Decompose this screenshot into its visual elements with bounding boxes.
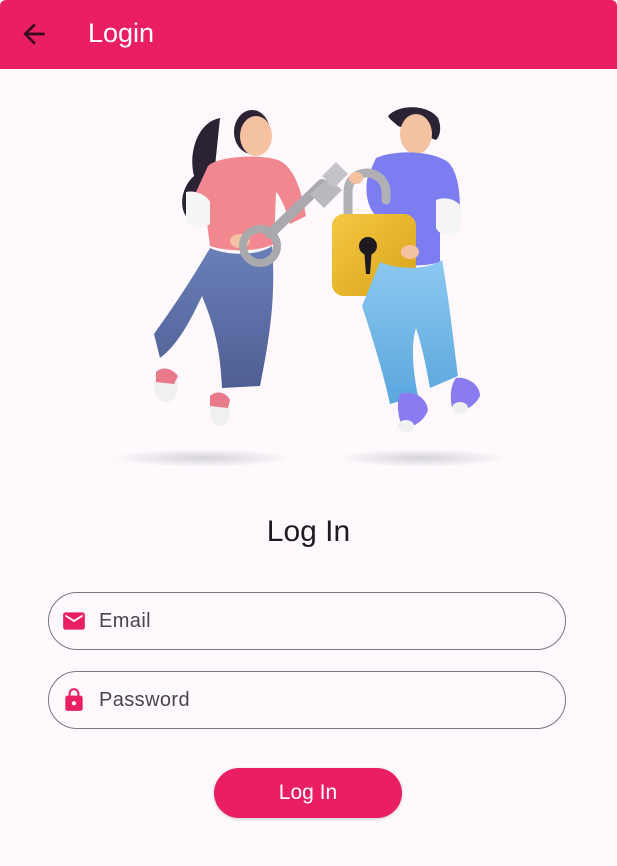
lock-icon bbox=[65, 688, 83, 711]
two-people-key-padlock-illustration bbox=[112, 107, 506, 467]
login-button[interactable]: Log In bbox=[214, 768, 402, 818]
password-placeholder: Password bbox=[99, 689, 191, 711]
email-placeholder: Email bbox=[99, 610, 152, 632]
email-field[interactable]: Email bbox=[48, 592, 566, 650]
back-button[interactable] bbox=[18, 18, 50, 50]
password-field[interactable]: Password bbox=[48, 671, 566, 729]
app-bar: Login bbox=[0, 0, 617, 69]
mail-icon bbox=[63, 612, 85, 630]
login-illustration bbox=[110, 96, 506, 472]
page-title: Login bbox=[88, 18, 155, 48]
form-heading: Log In bbox=[266, 515, 351, 548]
arrow-back-icon bbox=[23, 23, 45, 45]
